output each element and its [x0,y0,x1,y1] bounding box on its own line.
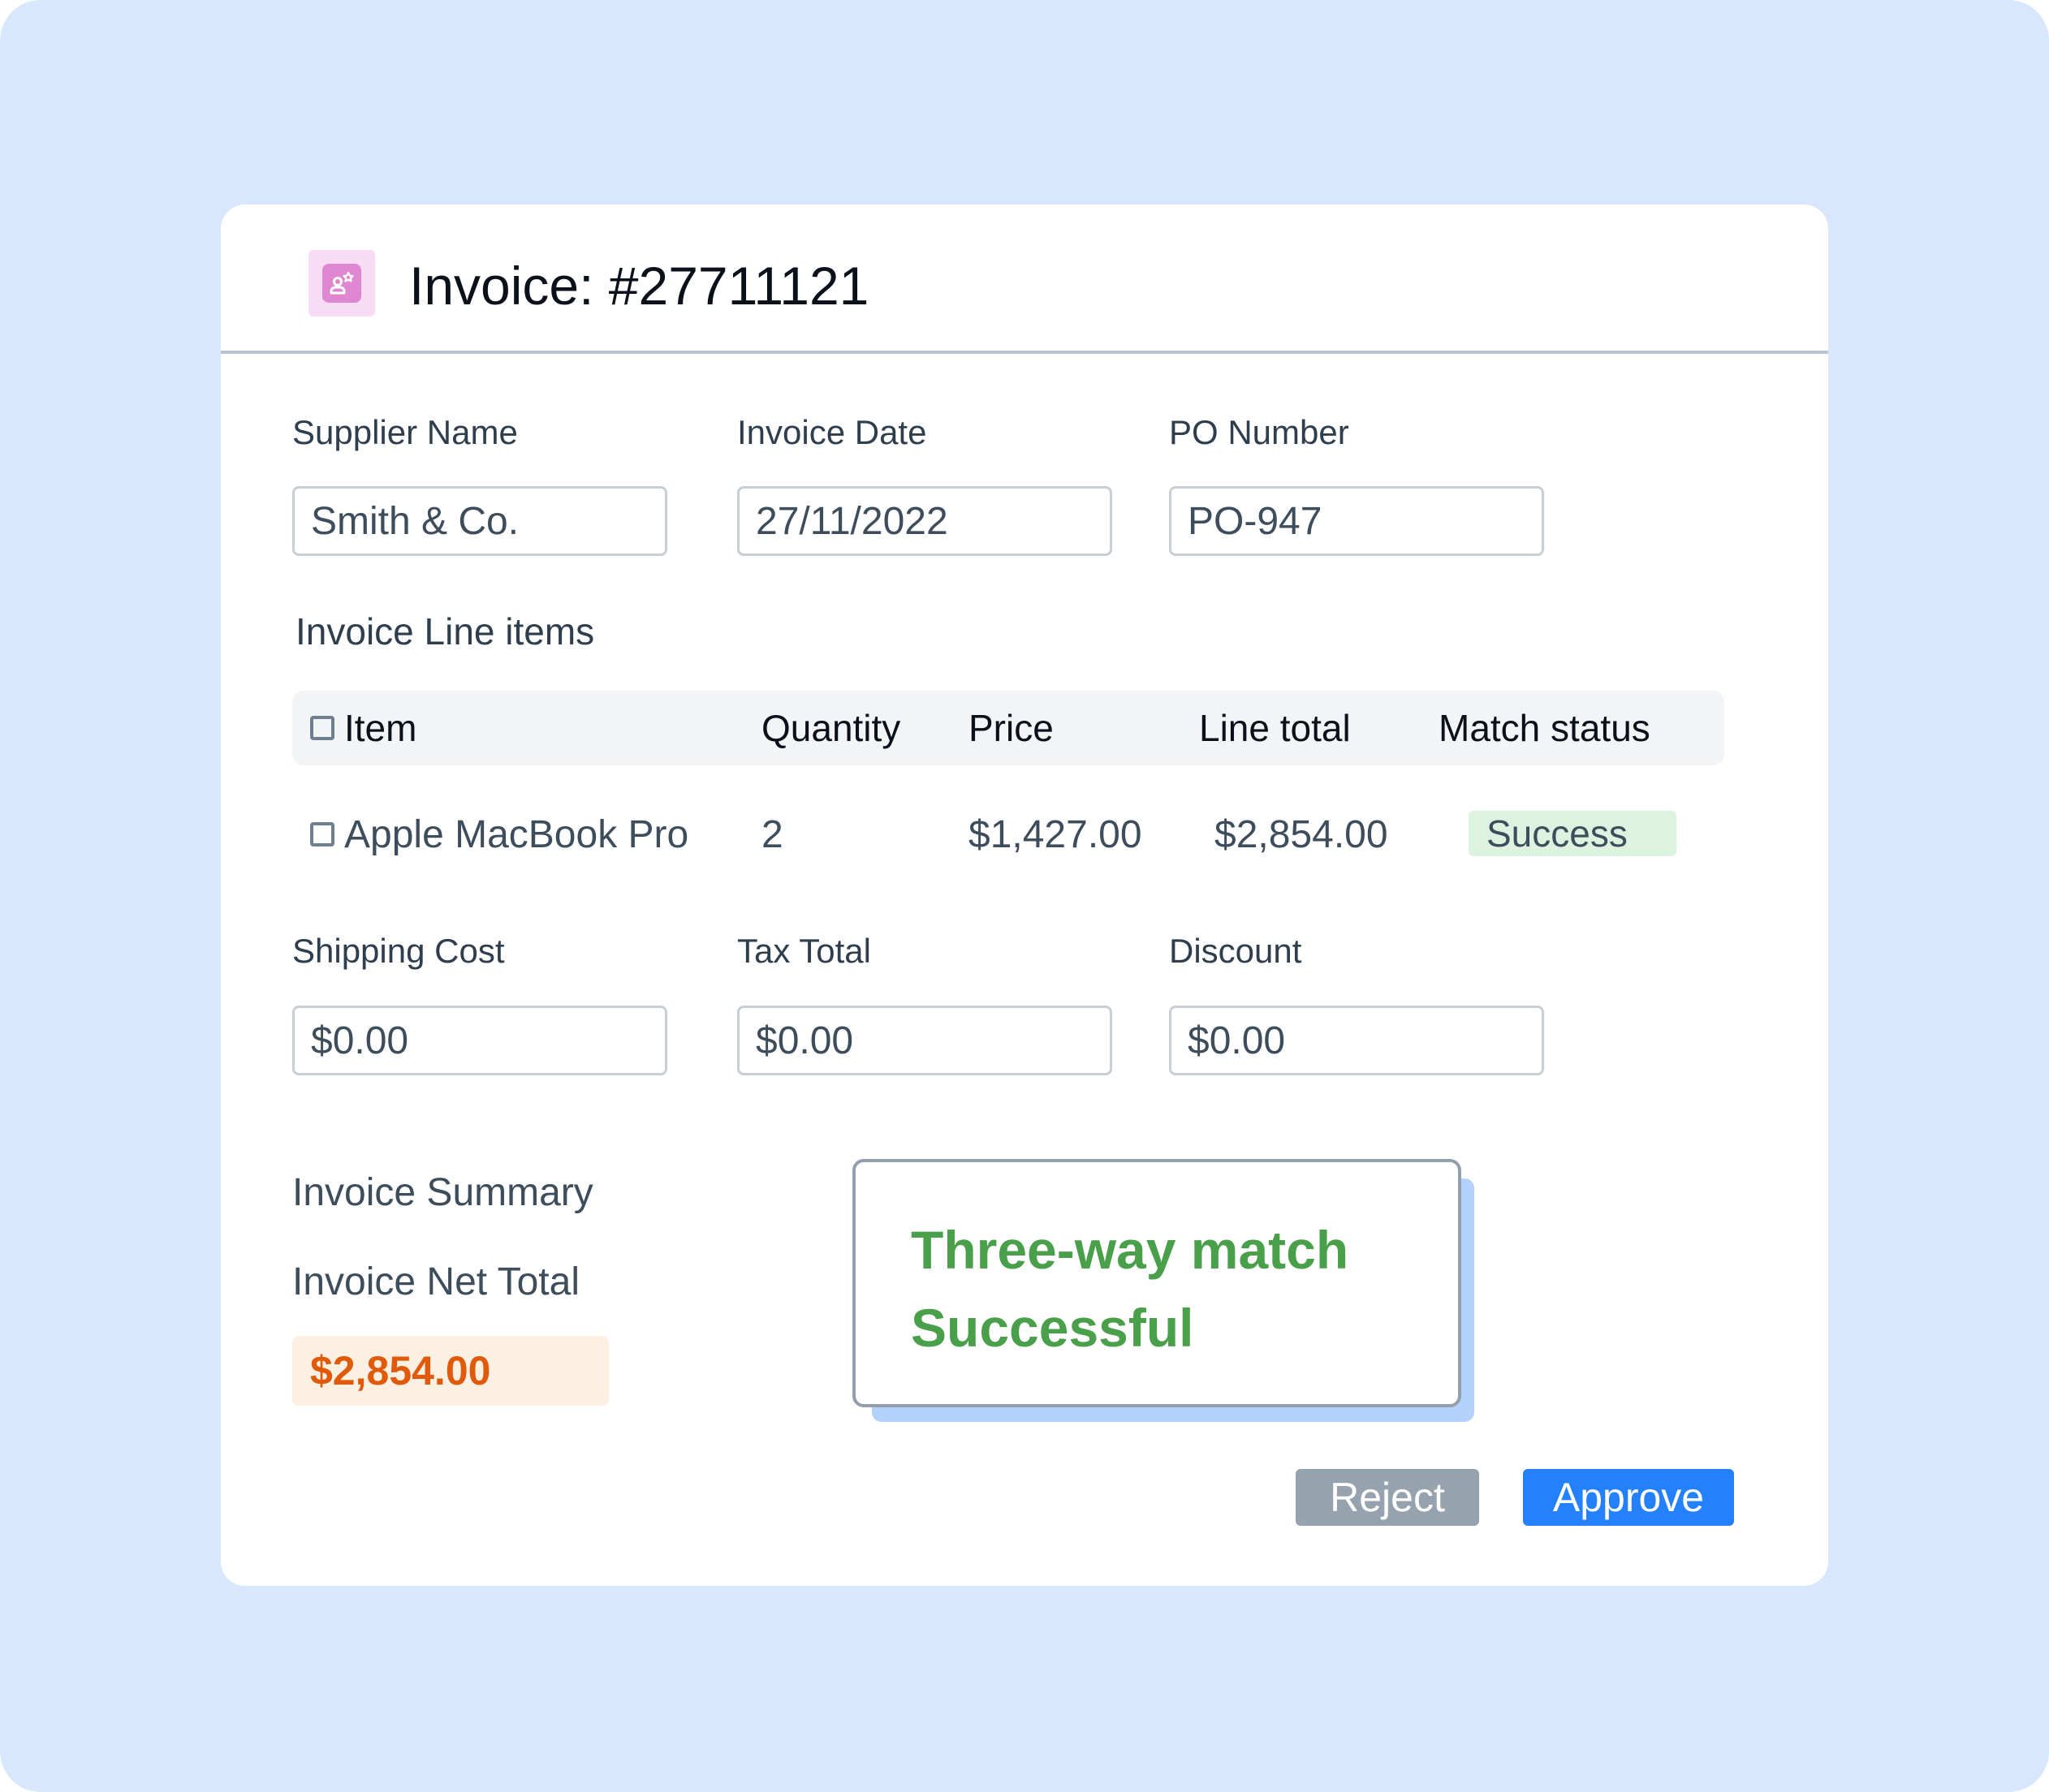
column-header-price[interactable]: Price [968,707,1054,749]
approve-button[interactable]: Approve [1523,1469,1734,1526]
po-number-input[interactable] [1169,486,1544,556]
match-result-card: Three-way match Successful [852,1159,1461,1407]
shipping-cost-input[interactable] [292,1006,667,1075]
column-header-item[interactable]: Item [344,707,416,749]
select-all-checkbox[interactable] [310,716,334,740]
cell-quantity: 2 [761,813,783,856]
supplier-name-label: Supplier Name [292,413,518,451]
shipping-cost-label: Shipping Cost [292,932,505,970]
tax-total-input[interactable] [737,1006,1112,1075]
supplier-name-input[interactable] [292,486,667,556]
user-sparkle-icon [308,250,375,317]
row-checkbox[interactable] [310,822,334,846]
invoice-date-input[interactable] [737,486,1112,556]
discount-input[interactable] [1169,1006,1544,1075]
line-items-title: Invoice Line items [295,610,595,653]
status-badge: Success [1469,811,1676,856]
invoice-card: Invoice: #27711121 Supplier Name Invoice… [221,205,1828,1586]
cell-item: Apple MacBook Pro [344,813,689,856]
table-row: Apple MacBook Pro 2 $1,427.00 $2,854.00 … [292,795,1724,876]
table-header: Item Quantity Price Line total Match sta… [292,691,1724,765]
card-header: Invoice: #27711121 [221,205,1828,354]
cell-price: $1,427.00 [968,813,1142,856]
po-number-label: PO Number [1169,413,1349,451]
invoice-summary-title: Invoice Summary [292,1171,593,1214]
net-total-value: $2,854.00 [292,1336,609,1406]
match-result-text: Three-way match Successful [911,1211,1430,1367]
reject-button[interactable]: Reject [1296,1469,1479,1526]
discount-label: Discount [1169,932,1302,970]
match-result-line2: Successful [911,1298,1194,1358]
tax-total-label: Tax Total [737,932,871,970]
invoice-date-label: Invoice Date [737,413,927,451]
background-canvas: Invoice: #27711121 Supplier Name Invoice… [0,0,2049,1792]
page-title: Invoice: #27711121 [409,256,869,316]
net-total-label: Invoice Net Total [292,1260,580,1303]
column-header-match-status[interactable]: Match status [1439,707,1650,749]
match-result-line1: Three-way match [911,1220,1349,1280]
cell-line-total: $2,854.00 [1214,813,1388,856]
column-header-quantity[interactable]: Quantity [761,707,900,749]
column-header-line-total[interactable]: Line total [1199,707,1351,749]
